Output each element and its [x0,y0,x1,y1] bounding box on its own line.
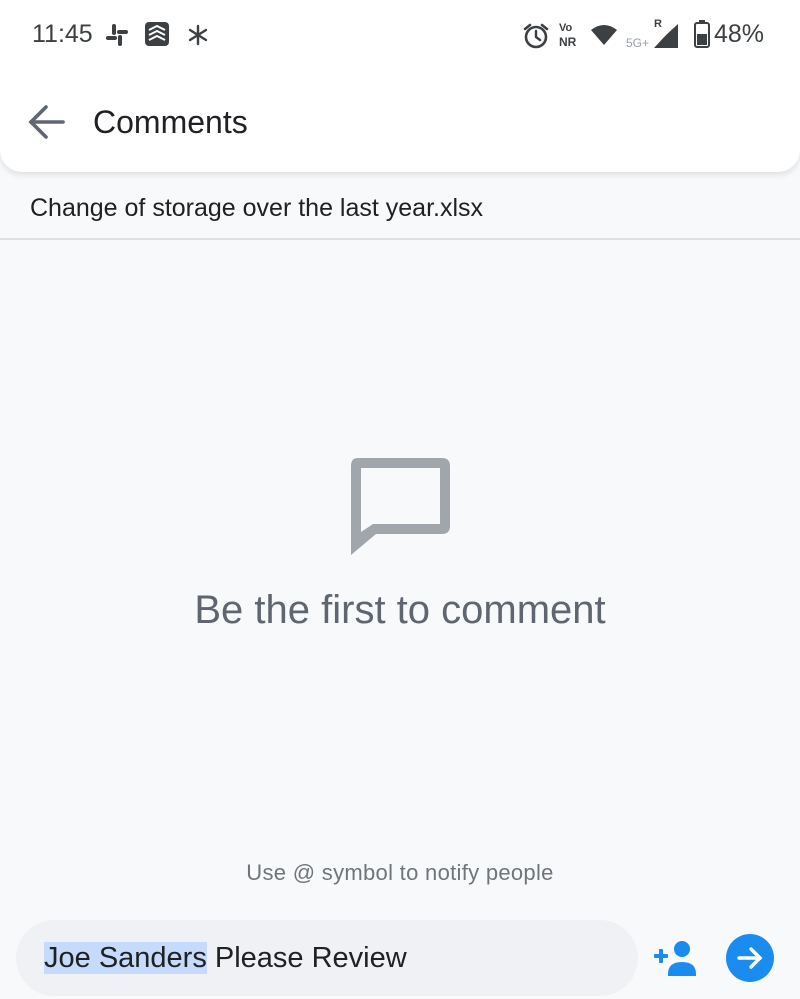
alarm-icon [523,23,549,49]
comment-bubble-icon [351,458,450,555]
wifi-icon [591,25,617,45]
status-bar: 11:45 Vo NR 5G+ R 48% [0,0,800,70]
todoist-icon [145,22,169,46]
comment-body-text: Please Review [206,942,407,974]
status-time: 11:45 [32,20,93,48]
slack-icon [106,24,128,46]
vonr-icon: Vo NR [558,22,588,50]
battery-icon [694,20,710,48]
mention-tag: Joe Sanders [44,942,207,974]
battery-percent: 48% [714,20,765,48]
add-person-button[interactable] [652,936,700,980]
back-button[interactable] [22,98,72,148]
empty-state-message: Be the first to comment [194,588,606,632]
comment-input-text[interactable]: Joe Sanders Please Review [44,942,407,975]
file-name: Change of storage over the last year.xls… [30,194,484,222]
page-title: Comments [93,104,248,140]
comments-screen: 11:45 Vo NR 5G+ R 48% Comments Change of… [0,0,800,999]
asterisk-icon [188,24,208,46]
comment-input[interactable]: Joe Sanders Please Review [16,920,638,996]
header: 11:45 Vo NR 5G+ R 48% Comments [0,0,800,172]
vonr-top-label: Vo [559,22,573,34]
mention-hint: Use @ symbol to notify people [246,860,554,885]
send-button[interactable] [726,934,774,982]
signal-5g-icon: 5G+ R [626,18,680,52]
vonr-bottom-label: NR [559,35,577,49]
arrow-right-icon [737,947,763,969]
file-name-row: Change of storage over the last year.xls… [0,172,800,240]
network-type-label: 5G+ [626,36,650,50]
